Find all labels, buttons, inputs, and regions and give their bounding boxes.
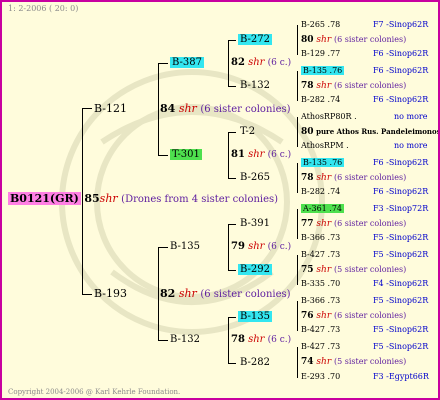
root-note: (Drones from 4 sister colonies) [121, 194, 279, 205]
gen4-origin-6: no more [394, 112, 428, 121]
gen2-d-id: B-132 [170, 334, 200, 345]
gen3-c1-id: B-391 [240, 218, 270, 229]
gen4-origin-2: F6 -Sinop62R [373, 49, 429, 58]
gen4-origin-5: F6 -Sinop62R [373, 95, 429, 104]
gen4-origin-9: F6 -Sinop62R [373, 158, 429, 167]
gen4-origin-23: F3 -Egypt66R [373, 372, 429, 381]
gen1-bottom-year: 82 [160, 287, 176, 300]
gen4-row-2: B-129 .77 [301, 49, 341, 58]
gen4-row-17: B-335 .70 [301, 279, 341, 288]
gen2-b-id: T-301 [170, 149, 202, 160]
gen1-top-info: 84 shr (6 sister colonies) [160, 102, 291, 117]
gen1-bottom-info: 82 shr (6 sister colonies) [160, 287, 291, 302]
gen1-bottom-shr: shr [178, 287, 197, 300]
gen4-row-1: 80 shr (6 sister colonies) [301, 35, 407, 45]
gen1-bottom-id: B-193 [94, 287, 127, 300]
gen4-row-20: B-427 .73 [301, 325, 341, 334]
gen4-row-9: B-135 .76 [301, 158, 345, 167]
root-year: 85 [84, 192, 100, 205]
gen4-row-14: B-366 .73 [301, 233, 341, 242]
gen4-row-13: 77 shr (6 sister colonies) [301, 219, 407, 229]
gen4-origin-12: F3 -Sinop72R [373, 204, 429, 213]
root-node: B0121(GR) 85shr (Drones from 4 sister co… [8, 192, 278, 207]
gen4-row-8: AthosRPM . [301, 141, 349, 150]
gen4-row-10: 78 shr (6 sister colonies) [301, 173, 407, 183]
header-info: 1: 2-2006 ( 20: 0) [8, 4, 79, 13]
gen1-bottom-note: (6 sister colonies) [200, 289, 291, 300]
gen2-b-info: 81 shr (6 c.) [231, 149, 292, 160]
gen3-a1-id: B-272 [238, 34, 272, 45]
gen3-d2-id: B-282 [240, 357, 270, 368]
gen4-row-23: E-293 .70 [301, 372, 341, 381]
gen4-row-15: B-427 .73 [301, 250, 341, 259]
gen4-row-4: 78 shr (6 sister colonies) [301, 81, 407, 91]
gen4-row-19: 76 shr (6 sister colonies) [301, 311, 407, 321]
gen3-a2-id: B-132 [240, 80, 270, 91]
gen4-row-18: B-366 .73 [301, 296, 341, 305]
gen2-a-info: 82 shr (6 c.) [231, 57, 292, 68]
root-shr: shr [99, 192, 118, 205]
gen4-origin-21: F5 -Sinop62R [373, 342, 429, 351]
gen1-top-id: B-121 [94, 102, 127, 115]
gen4-origin-8: no more [394, 141, 428, 150]
gen4-origin-14: F5 -Sinop62R [373, 233, 429, 242]
gen4-row-21: B-427 .73 [301, 342, 341, 351]
gen3-b1-id: T-2 [240, 126, 256, 137]
gen4-row-11: B-282 .74 [301, 187, 341, 196]
gen4-origin-17: F4 -Sinop62R [373, 279, 429, 288]
gen1-top-year: 84 [160, 102, 176, 115]
gen2-c-id: B-135 [170, 241, 200, 252]
gen4-origin-3: F6 -Sinop62R [373, 66, 429, 75]
footer-copyright: Copyright 2004-2006 @ Karl Kehrle Founda… [8, 388, 181, 396]
gen3-c2-id: B-292 [238, 264, 272, 275]
gen2-c-info: 79 shr (6 c.) [231, 241, 292, 252]
root-id: B0121(GR) [8, 192, 81, 205]
gen4-origin-20: F5 -Sinop62R [373, 325, 429, 334]
gen3-d1-id: B-135 [238, 311, 272, 322]
gen2-d-info: 78 shr (6 c.) [231, 334, 292, 345]
gen4-origin-18: F5 -Sinop62R [373, 296, 429, 305]
gen2-a-id: B-387 [170, 57, 204, 68]
gen3-b2-id: B-265 [240, 172, 270, 183]
gen4-origin-15: F5 -Sinop62R [373, 250, 429, 259]
gen4-row-16: 75 shr (5 sister colonies) [301, 265, 407, 275]
gen4-row-6: AthosRP80R . [301, 112, 357, 121]
gen4-origin-11: F6 -Sinop62R [373, 187, 429, 196]
gen4-row-7: 80 pure Athos Rus. Pandeleimonos [301, 127, 440, 137]
gen4-row-0: B-265 .78 [301, 20, 341, 29]
gen4-origin-0: F7 -Sinop62R [373, 20, 429, 29]
gen4-row-3: B-135 .76 [301, 66, 345, 75]
gen4-row-22: 74 shr (5 sister colonies) [301, 357, 407, 367]
pedigree-frame: 1: 2-2006 ( 20: 0) Copyright 2004-2006 @… [0, 0, 440, 400]
gen4-row-12: A-361 .74 [301, 204, 345, 213]
gen1-top-shr: shr [178, 102, 197, 115]
gen1-top-note: (6 sister colonies) [200, 104, 291, 115]
gen4-row-5: B-282 .74 [301, 95, 341, 104]
